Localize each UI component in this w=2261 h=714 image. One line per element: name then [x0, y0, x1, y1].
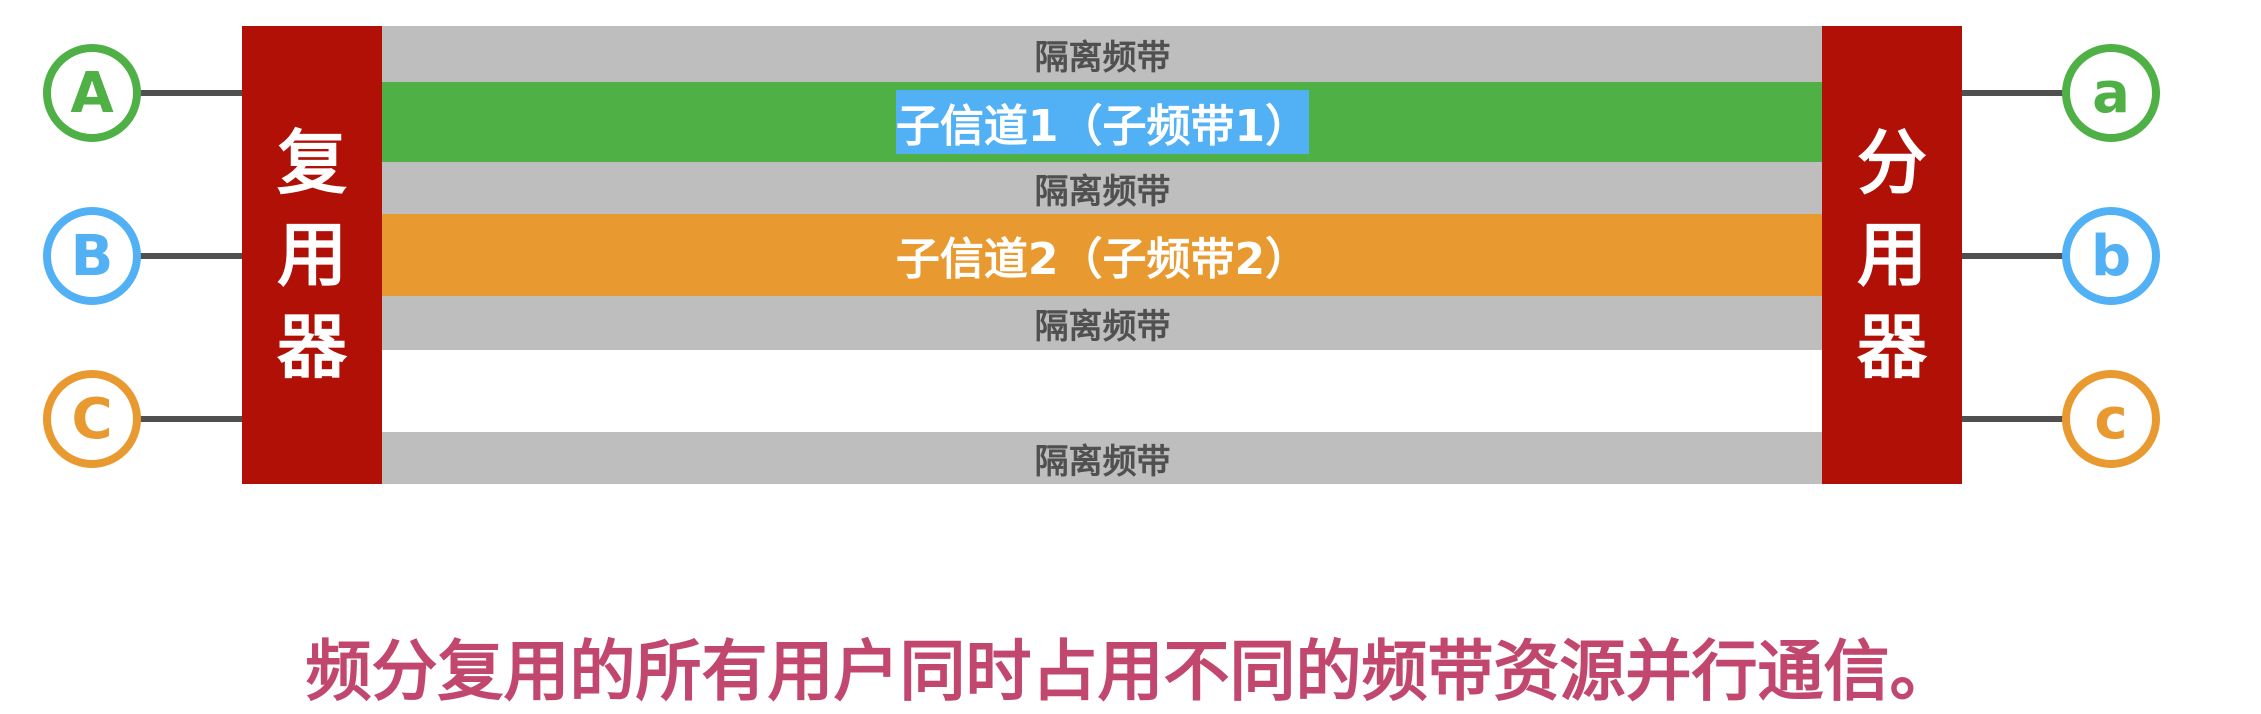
output-node-label: c	[2094, 386, 2128, 452]
input-node-label: B	[70, 223, 114, 289]
output-node-a: a	[2062, 44, 2160, 142]
sub-channel-2: 子信道2（子频带2）	[380, 214, 1825, 296]
sub-channel-label: 子信道1（子频带1）	[895, 90, 1310, 154]
sub-channel-label: 子信道3（子频带3）	[895, 370, 1310, 421]
demultiplexer-label: 分用器	[1857, 122, 1927, 388]
output-node-label: b	[2090, 223, 2132, 289]
input-node-a: A	[43, 44, 141, 142]
guard-band-label: 隔离频带	[1034, 171, 1171, 212]
guard-band-1: 隔离频带	[380, 26, 1825, 82]
sub-channel-3: 子信道3（子频带3）	[380, 350, 1825, 432]
output-node-c: c	[2062, 370, 2160, 468]
input-wire-a	[140, 90, 242, 96]
multiplexer-label: 复用器	[277, 122, 347, 388]
guard-band-label: 隔离频带	[1034, 441, 1171, 482]
input-wire-c	[140, 416, 242, 422]
output-wire-b	[1962, 253, 2066, 259]
input-wire-b	[140, 253, 242, 259]
multiplexer-box: 复用器	[242, 26, 382, 484]
guard-band-3: 隔离频带	[380, 296, 1825, 350]
guard-band-label: 隔离频带	[1034, 37, 1171, 78]
guard-band-4: 隔离频带	[380, 432, 1825, 484]
input-node-c: C	[43, 370, 141, 468]
input-node-b: B	[43, 207, 141, 305]
caption: 频分复用的所有用户同时占用不同的频带资源并行通信。	[305, 633, 1956, 710]
guard-band-label: 隔离频带	[1034, 306, 1171, 347]
output-wire-c	[1962, 416, 2066, 422]
demultiplexer-box: 分用器	[1822, 26, 1962, 484]
sub-channel-label: 子信道2（子频带2）	[895, 234, 1310, 285]
input-node-label: A	[70, 60, 114, 126]
output-node-label: a	[2092, 60, 2130, 126]
input-node-label: C	[71, 386, 113, 452]
output-wire-a	[1962, 90, 2066, 96]
guard-band-2: 隔离频带	[380, 162, 1825, 214]
output-node-b: b	[2062, 207, 2160, 305]
sub-channel-1: 子信道1（子频带1）	[380, 82, 1825, 162]
